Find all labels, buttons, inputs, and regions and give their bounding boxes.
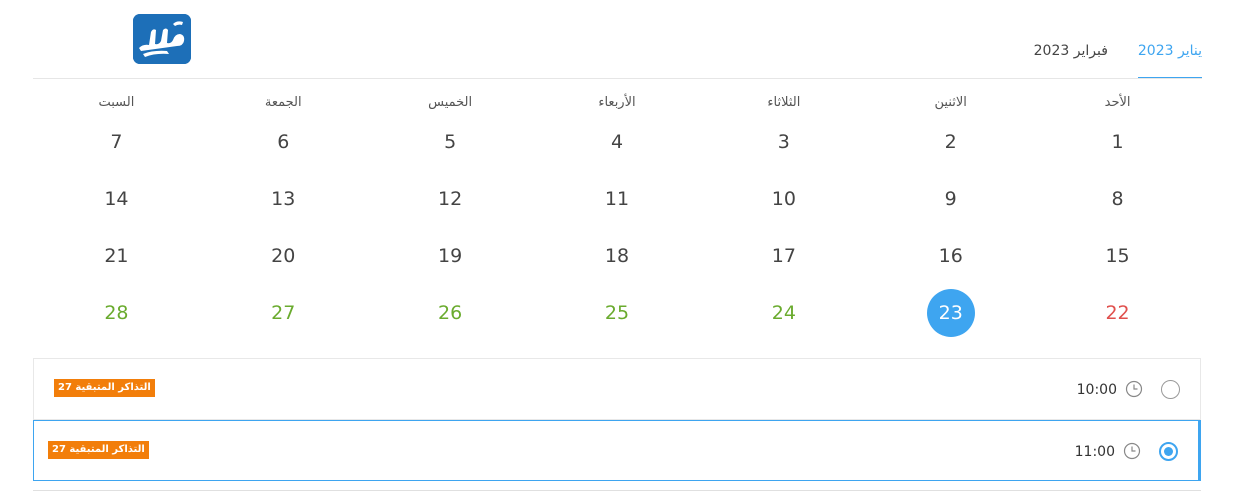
slot-radio[interactable] (1159, 442, 1178, 461)
calendar-week: 1 2 3 4 5 6 7 (33, 114, 1201, 171)
day-number: 24 (771, 302, 796, 324)
day-number: 22 (1105, 302, 1130, 324)
day-number: 14 (104, 188, 129, 210)
day-number: 2 (944, 131, 957, 153)
month-tabs: يناير 2023 فبراير 2023 (1004, 41, 1202, 79)
calendar-day[interactable]: 24 (700, 285, 867, 342)
day-number: 23 (926, 289, 975, 337)
calendar-day[interactable]: 21 (33, 228, 200, 285)
day-number: 6 (277, 131, 290, 153)
day-number: 16 (938, 245, 963, 267)
day-number: 18 (604, 245, 630, 267)
day-number: 9 (944, 188, 957, 210)
clock-icon (1123, 442, 1141, 460)
day-number: 19 (438, 245, 463, 267)
day-number: 11 (604, 188, 630, 210)
day-number: 3 (777, 131, 790, 153)
calendar-day[interactable]: 5 (367, 114, 534, 171)
day-number: 21 (104, 245, 129, 267)
calendar-day[interactable]: 8 (1034, 171, 1201, 228)
day-number: 12 (438, 188, 463, 210)
tab-january-2023[interactable]: يناير 2023 (1137, 41, 1202, 79)
day-number: 13 (271, 188, 296, 210)
day-number: 28 (104, 302, 129, 324)
weekday-wednesday: الأربعاء (598, 95, 636, 110)
calendar-week: 15 16 17 18 19 20 21 (33, 228, 1201, 285)
calendar-day[interactable]: 4 (534, 114, 701, 171)
calendar-day[interactable]: 27 (200, 285, 367, 342)
day-number: 17 (771, 245, 796, 267)
calendar-day[interactable]: 11 (534, 171, 701, 228)
calendar-day[interactable]: 18 (534, 228, 701, 285)
calendar-day[interactable]: 26 (367, 285, 534, 342)
calendar-day[interactable]: 14 (33, 171, 200, 228)
day-number: 10 (771, 188, 796, 210)
calendar-day[interactable]: 3 (700, 114, 867, 171)
time-slot-1000[interactable]: 10:00 التذاكر المتبقية 27 (33, 358, 1201, 419)
slot-radio[interactable] (1161, 380, 1180, 399)
slot-time: 10:00 (1076, 382, 1117, 398)
day-number: 26 (438, 302, 463, 324)
day-number: 15 (1105, 245, 1130, 267)
day-number: 27 (271, 302, 296, 324)
calendar-week: 22 23 24 25 26 27 28 (33, 285, 1201, 342)
calendar-day[interactable]: 9 (867, 171, 1034, 228)
logo-mark-icon (133, 14, 191, 64)
calendar-grid: الأحد الاثنين الثلاثاء الأربعاء الخميس ا… (33, 92, 1201, 342)
day-number: 20 (271, 245, 296, 267)
day-number: 1 (1111, 131, 1124, 153)
remaining-tickets-badge: التذاكر المتبقية 27 (48, 441, 149, 459)
weekday-monday: الاثنين (934, 95, 967, 110)
day-number: 8 (1111, 188, 1124, 210)
time-slots: 10:00 التذاكر المتبقية 27 11:00 التذاكر … (33, 358, 1201, 481)
calendar-day[interactable]: 28 (33, 285, 200, 342)
calendar-day[interactable]: 25 (534, 285, 701, 342)
calendar-day[interactable]: 15 (1034, 228, 1201, 285)
time-slot-1100[interactable]: 11:00 التذاكر المتبقية 27 (33, 420, 1201, 481)
calendar-day[interactable]: 1 (1034, 114, 1201, 171)
weekday-saturday: السبت (98, 95, 135, 110)
weekday-friday: الجمعة (264, 95, 302, 110)
calendar-day[interactable]: 13 (200, 171, 367, 228)
calendar-day[interactable]: 16 (867, 228, 1034, 285)
calendar-day[interactable]: 22 (1034, 285, 1201, 342)
calendar-day[interactable]: 23 (867, 285, 1034, 342)
logo (133, 14, 191, 64)
day-number: 7 (110, 131, 123, 153)
weekday-header: الأحد الاثنين الثلاثاء الأربعاء الخميس ا… (33, 92, 1201, 114)
day-number: 5 (444, 131, 457, 153)
calendar-day[interactable]: 20 (200, 228, 367, 285)
calendar-day[interactable]: 10 (700, 171, 867, 228)
weekday-tuesday: الثلاثاء (767, 95, 801, 110)
calendar-day[interactable]: 7 (33, 114, 200, 171)
clock-icon (1125, 380, 1143, 398)
day-number: 4 (610, 131, 624, 153)
tabs-divider (33, 78, 1202, 79)
calendar-day[interactable]: 2 (867, 114, 1034, 171)
calendar-weeks: 1 2 3 4 5 6 7 8 9 10 11 12 13 14 15 16 17 18 19 20 21 22 23 24 2… (33, 114, 1201, 342)
calendar-day[interactable]: 6 (200, 114, 367, 171)
weekday-thursday: الخميس (428, 95, 473, 110)
remaining-tickets-badge: التذاكر المتبقية 27 (54, 379, 155, 397)
bottom-divider (33, 490, 1201, 491)
calendar-day[interactable]: 17 (700, 228, 867, 285)
calendar-day[interactable]: 12 (367, 171, 534, 228)
day-number: 25 (604, 302, 630, 324)
weekday-sunday: الأحد (1104, 95, 1131, 110)
calendar-week: 8 9 10 11 12 13 14 (33, 171, 1201, 228)
slot-time: 11:00 (1074, 444, 1115, 460)
tab-february-2023[interactable]: فبراير 2023 (1034, 41, 1108, 79)
calendar-day[interactable]: 19 (367, 228, 534, 285)
